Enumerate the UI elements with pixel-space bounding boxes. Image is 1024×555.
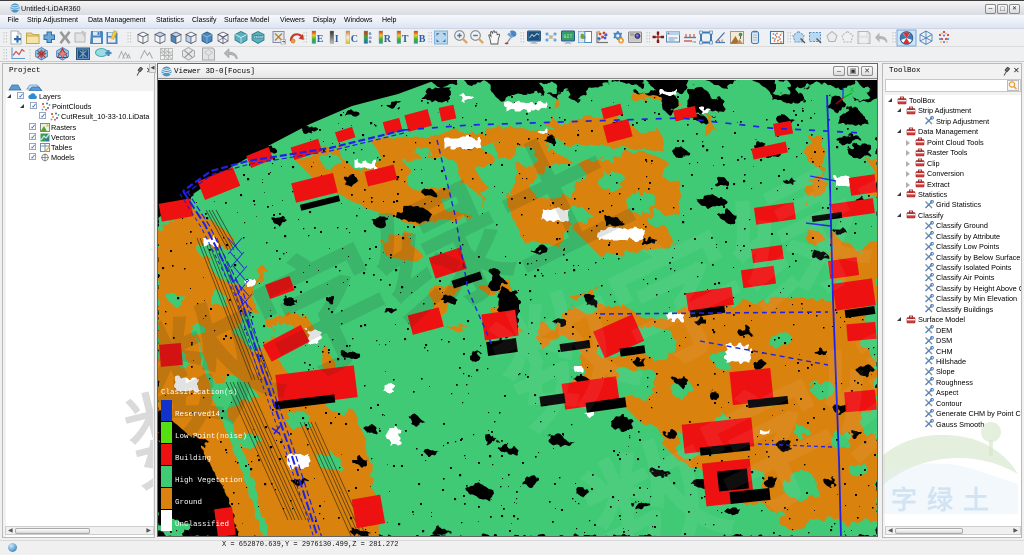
svg-text:a: a xyxy=(721,38,724,43)
svg-text:High Vegetation: High Vegetation xyxy=(175,477,243,485)
svg-text:B: B xyxy=(369,39,372,44)
svg-text:Classification(s): Classification(s) xyxy=(161,389,238,397)
svg-text:E: E xyxy=(317,34,324,45)
svg-text:B: B xyxy=(419,34,426,45)
svg-text:Ground: Ground xyxy=(175,499,202,507)
svg-text:Building: Building xyxy=(175,455,211,463)
svg-text:GIT: GIT xyxy=(564,34,573,40)
svg-text:C: C xyxy=(351,34,358,45)
svg-text:FRONT: FRONT xyxy=(254,35,264,39)
svg-text:X: X xyxy=(850,88,854,94)
svg-text:T: T xyxy=(402,34,409,45)
svg-text:字绿土: 字绿土 xyxy=(891,485,999,515)
svg-text:m: m xyxy=(693,39,697,44)
svg-text:Reserved14: Reserved14 xyxy=(175,411,221,419)
svg-text:I: I xyxy=(335,34,339,45)
svg-text:R: R xyxy=(384,34,392,45)
svg-text:UnClassified: UnClassified xyxy=(175,521,229,529)
svg-text:Low Point(noise): Low Point(noise) xyxy=(175,433,247,441)
